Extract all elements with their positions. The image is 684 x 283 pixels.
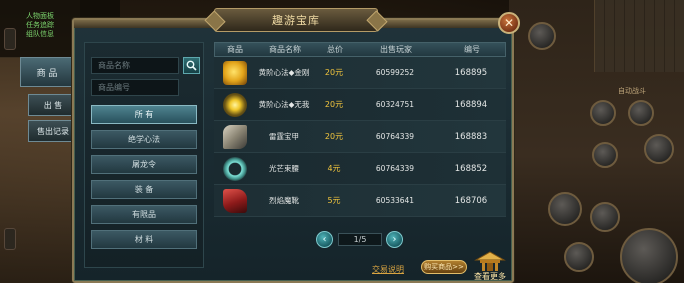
belt-icon [223, 157, 247, 181]
category-label: 有限品 [132, 210, 156, 219]
close-icon: ✕ [503, 16, 515, 30]
treasury-window: 趣游宝库 ✕ 所 有 绝学心法 屠龙令 装 备 有限品 材 料 [72, 8, 520, 283]
table-header: 商品 商品名称 总价 出售玩家 编号 [214, 42, 506, 57]
tab-sell-record-label: 售出记录 [37, 126, 69, 136]
category-skill-manual[interactable]: 绝学心法 [91, 130, 197, 149]
sun-orb-icon [223, 93, 247, 117]
category-label: 绝学心法 [128, 135, 160, 144]
skill-slot-icon[interactable] [590, 100, 616, 126]
page-indicator: 1/5 [338, 233, 382, 246]
category-materials[interactable]: 材 料 [91, 230, 197, 249]
table-row[interactable]: 光芒束腰 4元 60764339 168852 [214, 153, 506, 185]
tab-sell-record[interactable]: 售出记录 [28, 120, 78, 142]
tab-sell[interactable]: 出 售 [28, 94, 78, 116]
category-label: 材 料 [134, 235, 154, 244]
seller-id: 60764339 [375, 164, 415, 173]
header-item: 商品 [227, 45, 243, 54]
category-equipment[interactable]: 装 备 [91, 180, 197, 199]
auto-battle-label: 自动战斗 [618, 87, 646, 95]
buy-item-label: 购买商品>> [424, 263, 464, 271]
armor-icon [223, 125, 247, 149]
seller-id: 60599252 [375, 68, 415, 77]
table-row[interactable]: 烈焰魔靴 5元 60533641 168706 [214, 185, 506, 217]
skill-slot-icon[interactable] [592, 142, 618, 168]
hud-line: 组队信息 [26, 30, 54, 38]
gold-scroll-icon [223, 61, 247, 85]
tab-sell-label: 出 售 [43, 100, 63, 110]
header-price: 总价 [327, 45, 343, 54]
item-name: 光芒束腰 [269, 164, 299, 173]
minimap[interactable] [594, 0, 684, 72]
chevron-right-icon: › [392, 234, 397, 245]
tab-goods-label: 商 品 [36, 68, 58, 79]
seller-id: 60533641 [375, 196, 415, 205]
listing-table: 商品 商品名称 总价 出售玩家 编号 黄阶心法◆金刚 20元 60599252 … [214, 42, 506, 249]
flame-armor-icon [223, 189, 247, 213]
table-row[interactable]: 黄阶心法◆无我 20元 60324751 168894 [214, 89, 506, 121]
tab-goods[interactable]: 商 品 [20, 57, 74, 87]
view-more-label: 查看更多 [474, 272, 506, 281]
item-name: 黄阶心法◆金刚 [258, 68, 310, 77]
table-row[interactable]: 黄阶心法◆金刚 20元 60599252 168895 [214, 57, 506, 89]
item-name: 烈焰魔靴 [269, 196, 299, 205]
next-page-button[interactable]: › [386, 231, 403, 248]
item-name: 雷霆宝甲 [269, 132, 299, 141]
header-seller: 出售玩家 [380, 45, 412, 54]
seller-id: 60324751 [375, 100, 415, 109]
game-scene: 人物面板 任务追踪 组队信息 自动战斗 商 品 出 售 售出记录 趣游宝库 ✕ [0, 0, 684, 283]
search-button[interactable] [183, 57, 200, 74]
category-label: 装 备 [134, 185, 154, 194]
hud-line: 人物面板 [26, 12, 54, 20]
view-more-button[interactable]: 查看更多 [470, 250, 510, 282]
table-row[interactable]: 雷霆宝甲 20元 60764339 168883 [214, 121, 506, 153]
item-price: 20元 [324, 68, 344, 77]
skill-slot-icon[interactable] [590, 202, 620, 232]
close-button[interactable]: ✕ [498, 12, 520, 34]
chevron-left-icon: ‹ [322, 234, 327, 245]
prev-page-button[interactable]: ‹ [316, 231, 333, 248]
skill-slot-icon[interactable] [628, 100, 654, 126]
listing-code: 168894 [454, 100, 488, 110]
seller-id: 60764339 [375, 132, 415, 141]
category-all[interactable]: 所 有 [91, 105, 197, 124]
category-label: 屠龙令 [132, 160, 156, 169]
item-price: 4元 [327, 164, 341, 173]
listing-code: 168706 [454, 196, 488, 206]
item-price: 5元 [327, 196, 341, 205]
window-title: 趣游宝库 [272, 14, 320, 27]
search-icon [186, 60, 197, 71]
skill-slot-icon[interactable] [644, 134, 674, 164]
side-toggle-icon[interactable] [4, 228, 16, 250]
pagination: ‹ 1/5 › [316, 229, 406, 249]
filter-panel: 所 有 绝学心法 屠龙令 装 备 有限品 材 料 [84, 42, 204, 268]
item-price: 20元 [324, 100, 344, 109]
hud-line: 任务追踪 [26, 21, 54, 29]
item-name-input[interactable] [91, 57, 179, 74]
category-label: 所 有 [134, 110, 154, 119]
skill-slot-icon[interactable] [548, 192, 582, 226]
category-limited[interactable]: 有限品 [91, 205, 197, 224]
item-name: 黄阶心法◆无我 [258, 100, 310, 109]
listing-code: 168895 [454, 68, 488, 78]
side-toggle-icon[interactable] [4, 28, 16, 50]
trade-info-link[interactable]: 交易说明 [372, 264, 404, 275]
pavilion-icon [474, 251, 506, 271]
listing-code: 168883 [454, 132, 488, 142]
window-title-plate: 趣游宝库 [214, 8, 378, 32]
header-code: 编号 [464, 45, 480, 54]
hud-text: 人物面板 任务追踪 组队信息 [26, 12, 54, 39]
attack-button-icon[interactable] [620, 228, 678, 283]
skill-slot-icon[interactable] [564, 242, 594, 272]
category-dragon-token[interactable]: 屠龙令 [91, 155, 197, 174]
item-price: 20元 [324, 132, 344, 141]
header-name: 商品名称 [269, 45, 301, 54]
skill-slot-icon[interactable] [528, 22, 556, 50]
buy-item-button[interactable]: 购买商品>> [421, 260, 467, 274]
listing-code: 168852 [454, 164, 488, 174]
item-code-input[interactable] [91, 79, 179, 96]
